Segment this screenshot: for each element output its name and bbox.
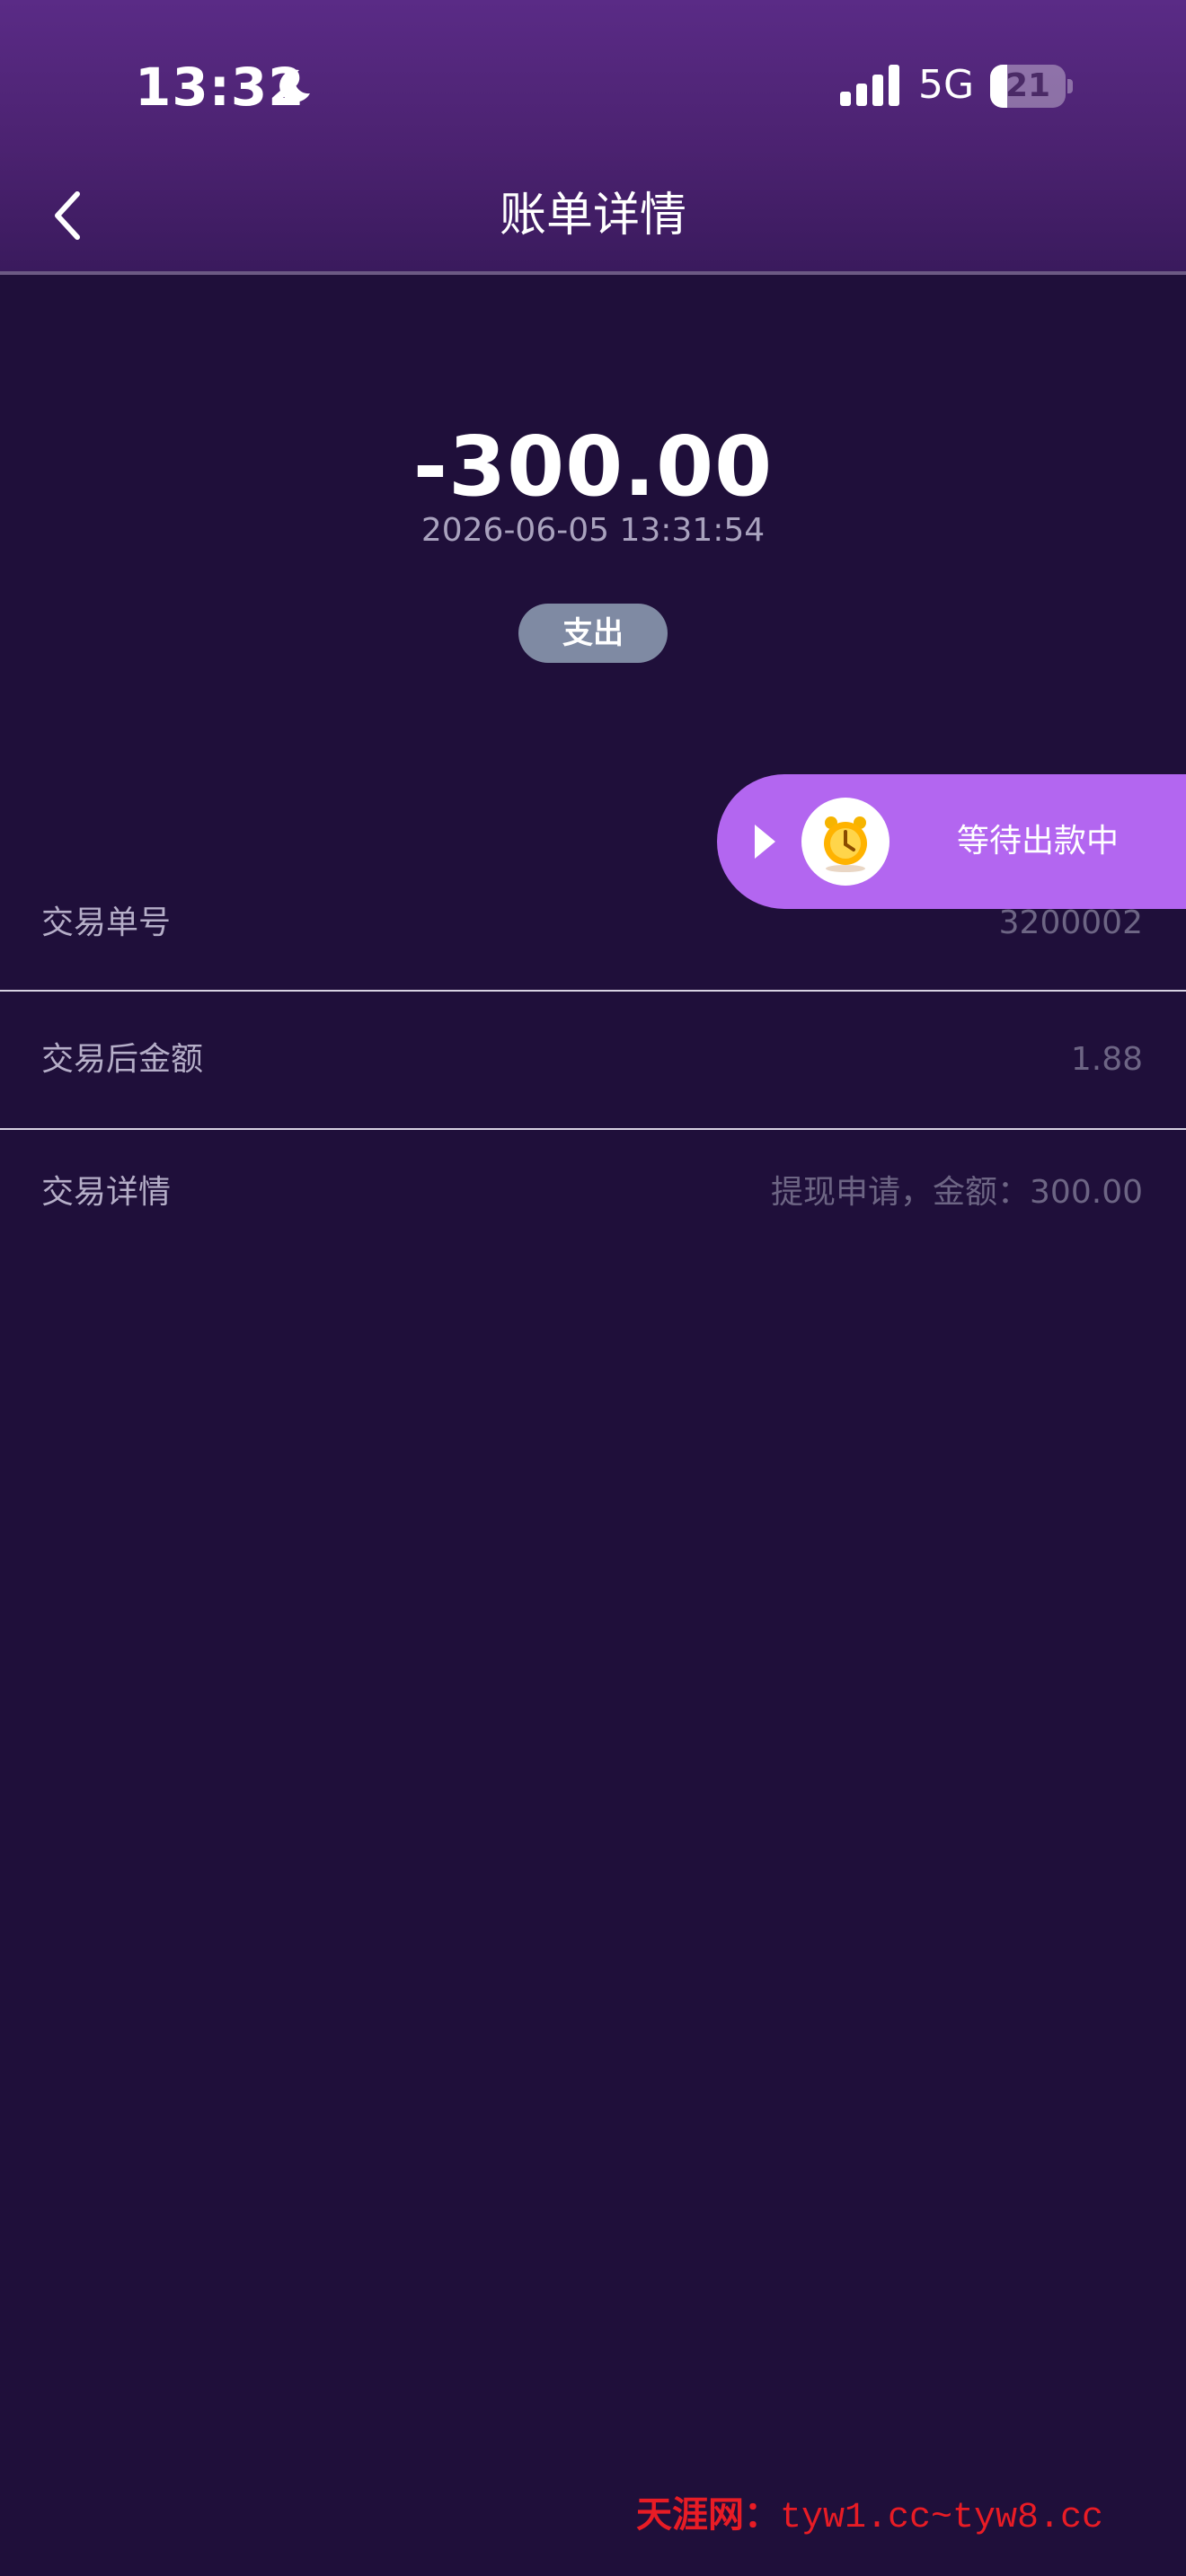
moon-icon — [279, 69, 310, 102]
alarm-clock-icon — [801, 798, 890, 886]
detail-label: 交易详情 — [41, 1174, 172, 1211]
header: 13:32 5G 21 账单详情 — [0, 0, 1186, 275]
play-arrow-icon — [755, 825, 775, 859]
transaction-type-badge: 支出 — [518, 604, 668, 663]
detail-label: 交易后金额 — [41, 1041, 204, 1078]
watermark-name: 天涯网： — [636, 2493, 780, 2536]
watermark-url: tyw1.cc~tyw8.cc — [780, 2498, 1104, 2538]
detail-value: 提现申请，金额：300.00 — [771, 1174, 1143, 1211]
bill-detail-page: 13:32 5G 21 账单详情 -300.00 2026-06-05 13:3… — [0, 0, 1186, 2576]
battery-icon: 21 — [990, 65, 1073, 108]
detail-value: 1.88 — [1070, 1041, 1143, 1078]
transaction-amount: -300.00 — [412, 419, 774, 515]
network-type: 5G — [918, 62, 975, 108]
transaction-datetime: 2026-06-05 13:31:54 — [420, 512, 766, 549]
detail-label: 交易单号 — [41, 904, 172, 941]
page-title: 账单详情 — [499, 189, 686, 243]
row-divider — [0, 990, 1186, 992]
row-divider — [0, 1128, 1186, 1130]
detail-row-balance-after: 交易后金额 1.88 — [0, 1015, 1186, 1105]
battery-level: 21 — [1005, 67, 1051, 104]
cellular-signal-icon — [840, 65, 899, 106]
pending-withdrawal-pill[interactable]: 等待出款中 — [717, 774, 1186, 909]
pending-status-text: 等待出款中 — [956, 823, 1119, 860]
detail-row-transaction-info: 交易详情 提现申请，金额：300.00 — [0, 1148, 1186, 1238]
watermark: 天涯网：tyw1.cc~tyw8.cc — [636, 2488, 1103, 2542]
status-bar: 13:32 5G 21 — [0, 0, 1186, 171]
